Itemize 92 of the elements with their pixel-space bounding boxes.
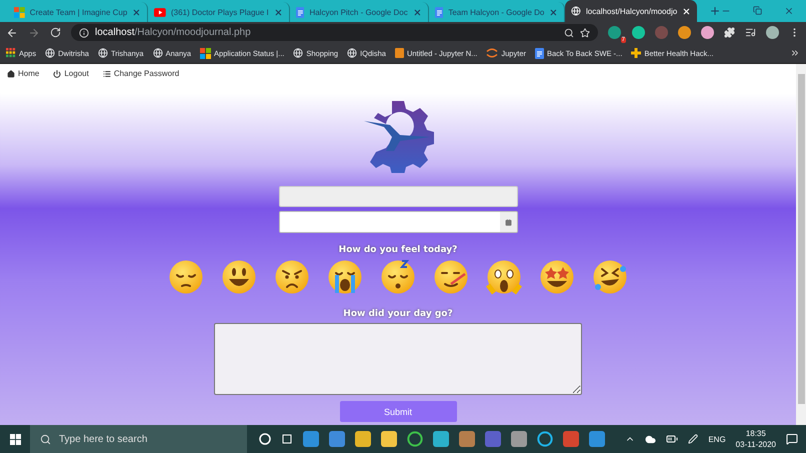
day-question-label: How did your day go? xyxy=(343,309,453,319)
orbit-icon xyxy=(486,48,498,58)
battery-icon[interactable] xyxy=(666,433,678,445)
globe-icon xyxy=(347,48,358,58)
help-icon[interactable] xyxy=(589,431,605,447)
scream-face-icon xyxy=(486,259,522,295)
profile-avatar[interactable] xyxy=(766,26,779,39)
scrollbar[interactable] xyxy=(796,64,806,425)
sick-face-icon xyxy=(433,259,469,295)
apps-grid-icon xyxy=(6,48,16,58)
extension-icon[interactable] xyxy=(678,26,691,39)
nav-link[interactable]: Logout xyxy=(53,69,89,78)
task-view-icon[interactable] xyxy=(281,433,293,445)
browser-icon[interactable] xyxy=(355,431,371,447)
angry-face-icon xyxy=(274,259,310,295)
mood-face-button[interactable] xyxy=(327,259,363,295)
search-icon xyxy=(40,434,51,444)
browser-tab[interactable]: localhost/Halcyon/moodjo xyxy=(565,0,698,22)
globe-icon xyxy=(98,48,108,58)
globe-icon xyxy=(571,6,582,16)
home-icon xyxy=(7,70,15,78)
extension-icon[interactable] xyxy=(701,26,714,39)
cortana-circle-icon[interactable] xyxy=(259,433,271,445)
document-icon xyxy=(296,6,304,18)
ring-icon[interactable] xyxy=(537,431,553,447)
document-icon xyxy=(434,6,444,18)
mood-face-button[interactable] xyxy=(380,259,416,295)
nav-link-label: Logout xyxy=(64,69,89,78)
address-bar[interactable]: localhost/Halcyon/moodjournal.php xyxy=(71,24,598,41)
crying-face-icon xyxy=(327,259,363,295)
grin-face-icon xyxy=(221,259,257,295)
code-editor-icon[interactable] xyxy=(303,431,319,447)
play-button-icon xyxy=(154,8,166,16)
calendar-icon xyxy=(504,218,512,226)
cloud-icon[interactable] xyxy=(645,434,656,444)
url-text: localhost/Halcyon/moodjournal.php xyxy=(95,27,251,38)
sleepy-face-icon xyxy=(380,259,416,295)
journal-text-area[interactable] xyxy=(214,323,582,395)
taskbar-search-field[interactable]: Type here to search xyxy=(30,425,247,453)
extension-icon[interactable] xyxy=(632,26,645,39)
info-icon xyxy=(79,28,89,38)
globe-icon xyxy=(293,48,304,58)
mood-face-button[interactable] xyxy=(221,259,257,295)
clock[interactable]: 18:35 03-11-2020 xyxy=(736,428,776,450)
notifications-icon[interactable] xyxy=(786,433,798,445)
media-queue-icon[interactable] xyxy=(745,27,756,38)
mail-icon[interactable] xyxy=(329,431,345,447)
mood-face-button[interactable] xyxy=(539,259,575,295)
more-bookmarks-icon[interactable] xyxy=(790,48,800,58)
windows-logo-icon xyxy=(14,6,25,18)
starstruck-face-icon xyxy=(539,259,575,295)
mood-face-button[interactable] xyxy=(486,259,522,295)
language-indicator[interactable]: ENG xyxy=(708,434,726,444)
back-icon[interactable] xyxy=(6,26,18,38)
app-icon[interactable] xyxy=(511,431,527,447)
mood-question-label: How do you feel today? xyxy=(338,245,458,255)
mood-face-button[interactable] xyxy=(168,259,204,295)
zoom-icon[interactable] xyxy=(564,28,574,38)
mood-face-button[interactable] xyxy=(274,259,310,295)
windows-logo-icon xyxy=(10,434,20,444)
ring-icon[interactable] xyxy=(407,431,423,447)
mood-face-button[interactable] xyxy=(592,259,628,295)
bookmark-star-icon[interactable] xyxy=(580,28,590,38)
edge-browser-icon[interactable] xyxy=(433,431,449,447)
list-icon xyxy=(102,70,111,78)
document-icon xyxy=(535,48,544,58)
globe-icon xyxy=(152,48,163,58)
extensions-puzzle-icon[interactable] xyxy=(724,27,735,38)
text-input-field[interactable] xyxy=(278,186,518,207)
date-input-field[interactable] xyxy=(278,211,518,233)
cross-icon xyxy=(631,48,642,58)
calendar-button[interactable] xyxy=(500,212,516,232)
pensive-face-icon xyxy=(168,259,204,295)
submit-button[interactable]: Submit xyxy=(340,401,456,422)
forward-icon[interactable] xyxy=(28,26,40,38)
close-icon[interactable] xyxy=(682,6,692,16)
rofl-face-icon xyxy=(592,259,628,295)
pen-icon[interactable] xyxy=(688,434,698,444)
presentation-icon[interactable] xyxy=(563,431,579,447)
windows-logo-icon xyxy=(200,48,212,58)
restore-icon[interactable] xyxy=(753,6,762,15)
power-icon xyxy=(53,70,62,78)
new-tab-icon[interactable] xyxy=(709,5,721,17)
globe-icon xyxy=(45,48,56,58)
folder-icon[interactable] xyxy=(381,431,397,447)
book-icon xyxy=(394,48,404,58)
mood-face-button[interactable] xyxy=(433,259,469,295)
reload-icon[interactable] xyxy=(50,27,61,38)
nav-link[interactable]: Home xyxy=(7,69,40,78)
nav-link-label: Home xyxy=(18,69,40,78)
app-icon[interactable] xyxy=(459,431,475,447)
gear-bird-logo-icon xyxy=(362,99,434,173)
